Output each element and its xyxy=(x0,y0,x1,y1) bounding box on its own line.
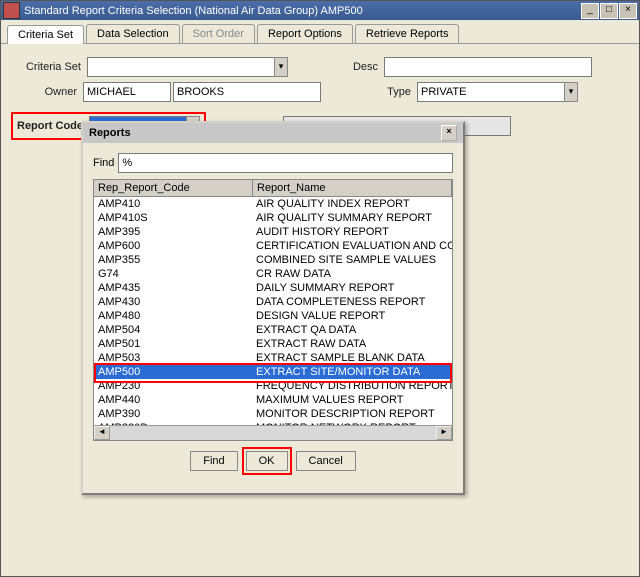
list-item[interactable]: AMP430DATA COMPLETENESS REPORT xyxy=(94,295,452,309)
app-icon xyxy=(3,2,20,19)
app-window: Standard Report Criteria Selection (Nati… xyxy=(0,0,640,577)
cell-name: EXTRACT RAW DATA xyxy=(252,338,452,350)
list-item[interactable]: AMP503EXTRACT SAMPLE BLANK DATA xyxy=(94,351,452,365)
type-label: Type xyxy=(361,86,417,98)
cell-name: CERTIFICATION EVALUATION AND CONCU xyxy=(252,240,452,252)
reports-popup: Reports × Find Rep_Report_Code Report_Na… xyxy=(81,121,465,495)
report-code-label: Report Code xyxy=(17,120,89,132)
cell-code: AMP395 xyxy=(94,226,252,238)
cell-code: AMP480 xyxy=(94,310,252,322)
title-bar: Standard Report Criteria Selection (Nati… xyxy=(1,1,639,20)
list-header: Rep_Report_Code Report_Name xyxy=(94,180,452,197)
popup-titlebar: Reports × xyxy=(83,123,463,143)
list-item[interactable]: AMP410AIR QUALITY INDEX REPORT xyxy=(94,197,452,211)
cell-name: DATA COMPLETENESS REPORT xyxy=(252,296,452,308)
desc-input[interactable] xyxy=(384,57,592,77)
cell-code: AMP435 xyxy=(94,282,252,294)
owner-label: Owner xyxy=(11,86,83,98)
cell-code: AMP501 xyxy=(94,338,252,350)
reports-list: Rep_Report_Code Report_Name AMP410AIR QU… xyxy=(93,179,453,441)
cell-code: AMP410 xyxy=(94,198,252,210)
list-item[interactable]: AMP395AUDIT HISTORY REPORT xyxy=(94,225,452,239)
criteria-set-label: Criteria Set xyxy=(11,61,87,73)
cell-name: MAXIMUM VALUES REPORT xyxy=(252,394,452,406)
tab-bar: Criteria Set Data Selection Sort Order R… xyxy=(1,20,639,44)
maximize-button[interactable]: □ xyxy=(600,3,618,19)
find-button[interactable]: Find xyxy=(190,451,237,471)
cancel-button[interactable]: Cancel xyxy=(296,451,356,471)
cell-code: AMP410S xyxy=(94,212,252,224)
owner-first-input[interactable] xyxy=(83,82,171,102)
cell-code: AMP220D xyxy=(94,422,252,425)
popup-close-button[interactable]: × xyxy=(441,125,457,141)
list-item[interactable]: G74CR RAW DATA xyxy=(94,267,452,281)
cell-name: AIR QUALITY SUMMARY REPORT xyxy=(252,212,452,224)
owner-last-input[interactable] xyxy=(173,82,321,102)
list-item[interactable]: AMP410SAIR QUALITY SUMMARY REPORT xyxy=(94,211,452,225)
list-item[interactable]: AMP435DAILY SUMMARY REPORT xyxy=(94,281,452,295)
list-item[interactable]: AMP504EXTRACT QA DATA xyxy=(94,323,452,337)
tab-retrieve-reports[interactable]: Retrieve Reports xyxy=(355,24,460,43)
list-item[interactable]: AMP600CERTIFICATION EVALUATION AND CONCU xyxy=(94,239,452,253)
cell-name: DAILY SUMMARY REPORT xyxy=(252,282,452,294)
list-item[interactable]: AMP501EXTRACT RAW DATA xyxy=(94,337,452,351)
cell-code: AMP503 xyxy=(94,352,252,364)
cell-name: FREQUENCY DISTRIBUTION REPORT xyxy=(252,380,452,392)
cell-name: EXTRACT SITE/MONITOR DATA xyxy=(252,366,452,378)
scroll-right-icon[interactable]: ► xyxy=(436,426,452,440)
window-controls: _ □ × xyxy=(581,3,637,19)
cell-name: DESIGN VALUE REPORT xyxy=(252,310,452,322)
cell-name: AIR QUALITY INDEX REPORT xyxy=(252,198,452,210)
cell-code: AMP355 xyxy=(94,254,252,266)
cell-name: MONITOR NETWORK REPORT xyxy=(252,422,452,425)
cell-code: G74 xyxy=(94,268,252,280)
list-item[interactable]: AMP440MAXIMUM VALUES REPORT xyxy=(94,393,452,407)
popup-buttons: Find OK Cancel xyxy=(93,451,453,471)
find-input[interactable] xyxy=(118,153,453,173)
tab-data-selection[interactable]: Data Selection xyxy=(86,24,180,43)
cell-code: AMP390 xyxy=(94,408,252,420)
scroll-left-icon[interactable]: ◄ xyxy=(94,426,110,440)
col-report-name[interactable]: Report_Name xyxy=(253,180,452,196)
cell-name: AUDIT HISTORY REPORT xyxy=(252,226,452,238)
cell-code: AMP500 xyxy=(94,366,252,378)
cell-code: AMP504 xyxy=(94,324,252,336)
ok-button[interactable]: OK xyxy=(246,451,288,471)
desc-label: Desc xyxy=(328,61,384,73)
cell-name: MONITOR DESCRIPTION REPORT xyxy=(252,408,452,420)
list-item[interactable]: AMP500EXTRACT SITE/MONITOR DATA xyxy=(94,365,452,379)
tab-criteria-set[interactable]: Criteria Set xyxy=(7,25,84,44)
horizontal-scrollbar[interactable]: ◄ ► xyxy=(94,425,452,440)
cell-name: EXTRACT SAMPLE BLANK DATA xyxy=(252,352,452,364)
list-item[interactable]: AMP230FREQUENCY DISTRIBUTION REPORT xyxy=(94,379,452,393)
list-item[interactable]: AMP355COMBINED SITE SAMPLE VALUES xyxy=(94,253,452,267)
cell-code: AMP430 xyxy=(94,296,252,308)
cell-name: CR RAW DATA xyxy=(252,268,452,280)
type-input[interactable] xyxy=(417,82,565,102)
list-item[interactable]: AMP480DESIGN VALUE REPORT xyxy=(94,309,452,323)
popup-body: Find Rep_Report_Code Report_Name AMP410A… xyxy=(83,143,463,481)
window-title: Standard Report Criteria Selection (Nati… xyxy=(24,5,581,17)
criteria-set-dropdown-icon[interactable]: ▾ xyxy=(274,57,288,77)
list-item[interactable]: AMP220DMONITOR NETWORK REPORT xyxy=(94,421,452,425)
cell-code: AMP230 xyxy=(94,380,252,392)
criteria-set-input[interactable] xyxy=(87,57,275,77)
cell-name: EXTRACT QA DATA xyxy=(252,324,452,336)
type-dropdown-icon[interactable]: ▾ xyxy=(564,82,578,102)
list-item[interactable]: AMP390MONITOR DESCRIPTION REPORT xyxy=(94,407,452,421)
cell-code: AMP600 xyxy=(94,240,252,252)
find-label: Find xyxy=(93,157,118,169)
tab-sort-order: Sort Order xyxy=(182,24,255,43)
tab-report-options[interactable]: Report Options xyxy=(257,24,353,43)
minimize-button[interactable]: _ xyxy=(581,3,599,19)
popup-title-text: Reports xyxy=(89,127,131,139)
cell-code: AMP440 xyxy=(94,394,252,406)
col-report-code[interactable]: Rep_Report_Code xyxy=(94,180,253,196)
cell-name: COMBINED SITE SAMPLE VALUES xyxy=(252,254,452,266)
list-rows[interactable]: AMP410AIR QUALITY INDEX REPORTAMP410SAIR… xyxy=(94,197,452,425)
close-button[interactable]: × xyxy=(619,3,637,19)
